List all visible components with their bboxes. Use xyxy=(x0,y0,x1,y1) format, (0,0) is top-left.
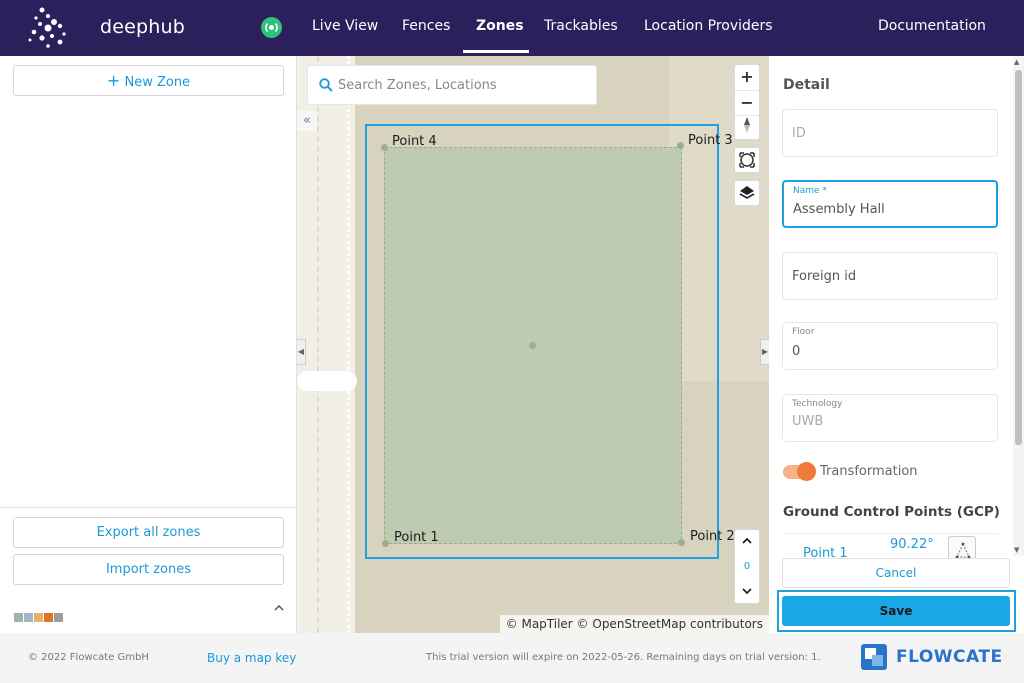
technology-field[interactable]: Technology UWB xyxy=(782,394,998,442)
id-field[interactable]: ID xyxy=(782,109,998,157)
chevron-up-icon[interactable] xyxy=(274,602,284,616)
buy-map-key-link[interactable]: Buy a map key xyxy=(207,651,296,665)
nav-fences[interactable]: Fences xyxy=(402,18,450,34)
map-feature xyxy=(297,371,357,391)
logo-text: deephub xyxy=(100,16,186,38)
gcp-section-title: Ground Control Points (GCP) xyxy=(783,504,1000,520)
scroll-down-icon[interactable]: ▼ xyxy=(1014,546,1019,554)
name-field[interactable]: Name * Assembly Hall xyxy=(782,180,998,228)
active-tab-indicator xyxy=(463,50,529,53)
swatch xyxy=(24,613,33,622)
swatch xyxy=(54,613,63,622)
scroll-up-icon[interactable]: ▲ xyxy=(1014,58,1019,66)
new-zone-label: New Zone xyxy=(124,75,191,90)
nav-location-providers[interactable]: Location Providers xyxy=(644,18,773,34)
import-zones-button[interactable]: Import zones xyxy=(13,554,284,585)
top-navbar: deephub Live View Fences Zones Trackable… xyxy=(0,0,1024,56)
flowcate-brand: FLOWCATE xyxy=(896,647,1003,667)
detail-title: Detail xyxy=(783,77,830,93)
divider xyxy=(0,507,296,508)
trial-notice: This trial version will expire on 2022-0… xyxy=(426,652,821,663)
point-label: Point 4 xyxy=(392,134,437,149)
export-all-zones-button[interactable]: Export all zones xyxy=(13,517,284,548)
name-value: Assembly Hall xyxy=(793,202,885,217)
transformation-toggle[interactable] xyxy=(783,462,816,481)
collapse-panel-icon[interactable]: « xyxy=(297,111,317,131)
left-resize-handle[interactable]: ◀ xyxy=(297,339,306,365)
name-label: Name * xyxy=(793,186,827,196)
deephub-logo[interactable]: deephub xyxy=(26,4,185,52)
chevron-down-icon xyxy=(742,588,752,595)
copyright-text: © 2022 Flowcate GmbH xyxy=(28,652,149,663)
gcp-marker-1[interactable] xyxy=(382,540,389,547)
right-resize-handle[interactable]: ▶ xyxy=(760,339,769,365)
swatch xyxy=(14,613,23,622)
technology-label: Technology xyxy=(792,399,843,409)
search-icon xyxy=(319,78,333,92)
fit-bounds-icon xyxy=(739,152,755,168)
search-zones-input[interactable]: Search Zones, Locations xyxy=(307,65,597,105)
compass-button[interactable] xyxy=(735,115,759,140)
foreign-id-placeholder: Foreign id xyxy=(792,269,857,284)
gcp-point-value: 90.22° xyxy=(890,537,934,552)
cancel-button[interactable]: Cancel xyxy=(782,558,1010,588)
nav-zones[interactable]: Zones xyxy=(476,18,524,34)
point-label: Point 3 xyxy=(688,133,733,148)
point-label: Point 1 xyxy=(394,530,439,545)
foreign-id-field[interactable]: Foreign id xyxy=(782,252,998,300)
footer: © 2022 Flowcate GmbH Buy a map key This … xyxy=(0,633,1024,683)
tilt-value: 0 xyxy=(743,561,751,572)
color-legend xyxy=(14,607,64,622)
chevron-up-icon xyxy=(742,537,752,544)
transformation-label: Transformation xyxy=(820,464,918,479)
layers-button[interactable] xyxy=(734,180,760,206)
gcp-marker-3[interactable] xyxy=(677,142,684,149)
save-button[interactable]: Save xyxy=(782,596,1010,626)
toggle-knob xyxy=(797,462,816,481)
zone-detail-panel: Detail ID Name * Assembly Hall Foreign i… xyxy=(769,56,1024,633)
zoom-in-button[interactable]: + xyxy=(735,65,759,90)
zoom-out-button[interactable]: − xyxy=(735,90,759,115)
scrollbar-thumb[interactable] xyxy=(1015,70,1022,445)
id-placeholder: ID xyxy=(792,126,806,141)
map-path xyxy=(317,56,319,633)
floor-label: Floor xyxy=(792,327,815,337)
compass-icon xyxy=(744,117,750,133)
flowcate-logo-icon xyxy=(861,644,887,670)
new-zone-button[interactable]: + New Zone xyxy=(13,65,284,96)
search-placeholder: Search Zones, Locations xyxy=(338,78,497,93)
fit-bounds-button[interactable] xyxy=(734,147,760,173)
detail-scrollbar[interactable]: ▲ ▼ xyxy=(1013,56,1024,556)
zoom-controls: + − xyxy=(734,64,760,140)
tilt-down-button[interactable] xyxy=(735,580,759,605)
tilt-up-button[interactable] xyxy=(735,530,759,555)
map-path xyxy=(347,56,350,633)
map-canvas[interactable]: Search Zones, Locations « ◀ ▶ Point 4 Po… xyxy=(297,56,769,633)
zones-list-panel: + New Zone Export all zones Import zones xyxy=(0,56,297,633)
swatch xyxy=(34,613,43,622)
deephub-logo-icon xyxy=(28,7,66,48)
gcp-marker-4[interactable] xyxy=(381,144,388,151)
nav-trackables[interactable]: Trackables xyxy=(544,18,618,34)
layers-icon xyxy=(739,186,755,199)
tilt-controls: 0 xyxy=(734,529,760,604)
floor-field[interactable]: Floor 0 xyxy=(782,322,998,370)
plus-icon: + xyxy=(106,71,121,90)
technology-value: UWB xyxy=(792,414,824,429)
floor-value: 0 xyxy=(792,344,801,359)
map-attribution[interactable]: © MapTiler © OpenStreetMap contributors xyxy=(499,615,769,633)
zone-center-marker[interactable] xyxy=(529,342,536,349)
nav-live-view[interactable]: Live View xyxy=(312,18,378,34)
nav-documentation[interactable]: Documentation xyxy=(878,18,986,34)
zone-selection-frame xyxy=(365,124,719,559)
point-label: Point 2 xyxy=(690,529,735,544)
live-signal-icon[interactable] xyxy=(261,17,282,38)
swatch xyxy=(44,613,53,622)
gcp-marker-2[interactable] xyxy=(678,539,685,546)
